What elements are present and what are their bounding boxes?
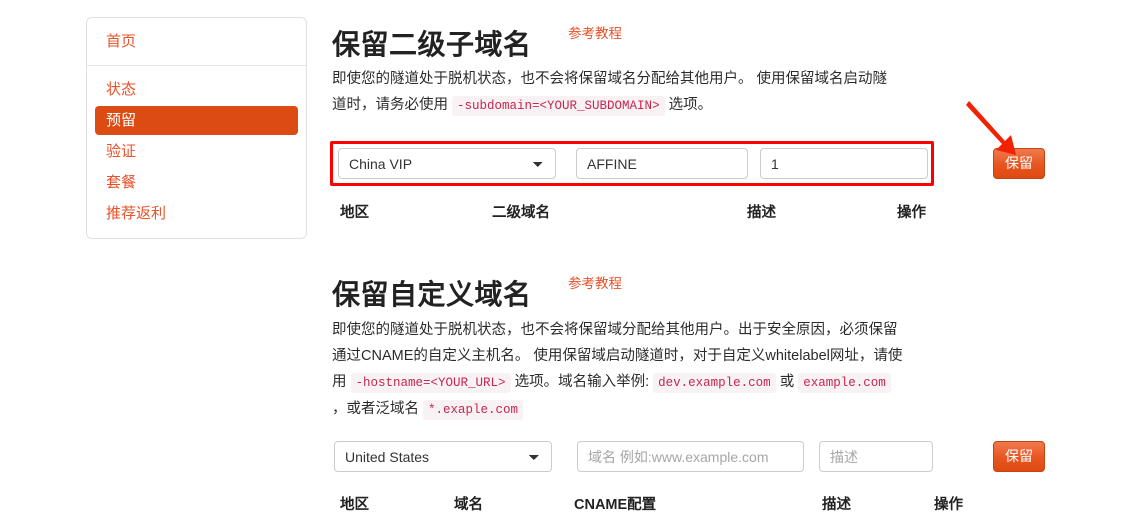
th-subdomain-name: 二级域名 — [492, 205, 550, 221]
section-subdomain-title: 保留二级子域名 — [332, 29, 532, 60]
section-subdomain-tutorial-link[interactable]: 参考教程 — [568, 22, 622, 42]
sidebar-item-referral-label: 推荐返利 — [106, 205, 167, 222]
desc2-text-part-2: 选项。域名输入举例: — [514, 374, 650, 390]
section-subdomain-header: 保留二级子域名 参考教程 — [332, 23, 952, 63]
sidebar-item-verify-label: 验证 — [106, 143, 137, 160]
th-subdomain-region: 地区 — [340, 205, 369, 221]
wildcard-domain-code: *.exaple.com — [423, 400, 524, 420]
hostname-option-code: -hostname=<YOUR_URL> — [350, 373, 511, 393]
sidebar-item-verify[interactable]: 验证 — [95, 137, 298, 166]
sidebar-item-status[interactable]: 状态 — [95, 75, 298, 104]
save-button-custom-domain[interactable]: 保留 — [993, 441, 1045, 472]
section-subdomain-description: 即使您的隧道处于脱机状态，也不会将保留域名分配给其他用户。 使用保留域名启动隧道… — [332, 66, 899, 119]
subdomain-input[interactable] — [576, 148, 748, 179]
sidebar-item-plan-label: 套餐 — [106, 174, 137, 191]
custom-domain-input[interactable] — [577, 441, 804, 472]
section-custom-domain-title: 保留自定义域名 — [332, 279, 532, 310]
th-custom-domain: 域名 — [454, 497, 483, 513]
sidebar-item-home[interactable]: 首页 — [87, 18, 306, 66]
th-custom-action: 操作 — [934, 497, 963, 513]
th-subdomain-action: 操作 — [897, 205, 926, 221]
desc2-text-part-3: 或 — [779, 374, 795, 390]
custom-domain-description-input[interactable] — [819, 441, 933, 472]
subdomain-option-code: -subdomain=<YOUR_SUBDOMAIN> — [452, 96, 665, 116]
region-select-custom-domain[interactable]: United States China VIP — [334, 441, 552, 472]
sidebar-item-status-label: 状态 — [106, 81, 137, 98]
sidebar-item-reserved-label: 预留 — [106, 112, 137, 129]
th-custom-cname: CNAME配置 — [574, 497, 657, 513]
th-custom-region: 地区 — [340, 497, 369, 513]
th-subdomain-description: 描述 — [747, 205, 776, 221]
section-custom-domain-header: 保留自定义域名 参考教程 — [332, 273, 952, 313]
sidebar-list: 状态 预留 验证 套餐 推荐返利 — [87, 66, 306, 238]
section-custom-domain-description: 即使您的隧道处于脱机状态，也不会将保留域分配给其他用户。出于安全原因，必须保留通… — [332, 317, 904, 423]
sidebar-item-home-label: 首页 — [106, 33, 137, 50]
subdomain-description-input[interactable] — [760, 148, 928, 179]
desc2-text-part-4: ，或者泛域名 — [332, 401, 419, 417]
save-button-subdomain[interactable]: 保留 — [993, 148, 1045, 179]
example-dev-domain-code: dev.example.com — [653, 373, 776, 393]
th-custom-description: 描述 — [822, 497, 851, 513]
sidebar-item-referral[interactable]: 推荐返利 — [95, 199, 298, 228]
section-custom-domain-tutorial-link[interactable]: 参考教程 — [568, 272, 622, 292]
sidebar: 首页 状态 预留 验证 套餐 推荐返利 — [86, 17, 307, 239]
example-domain-code: example.com — [798, 373, 891, 393]
desc-text-part-2: 选项。 — [668, 97, 713, 113]
region-select-subdomain[interactable]: China VIP United States — [338, 148, 556, 179]
sidebar-item-reserved[interactable]: 预留 — [95, 106, 298, 135]
sidebar-item-plan[interactable]: 套餐 — [95, 168, 298, 197]
page-root: 首页 状态 预留 验证 套餐 推荐返利 保留二级子域名 参考教程 即使您的隧道处… — [0, 0, 1139, 532]
